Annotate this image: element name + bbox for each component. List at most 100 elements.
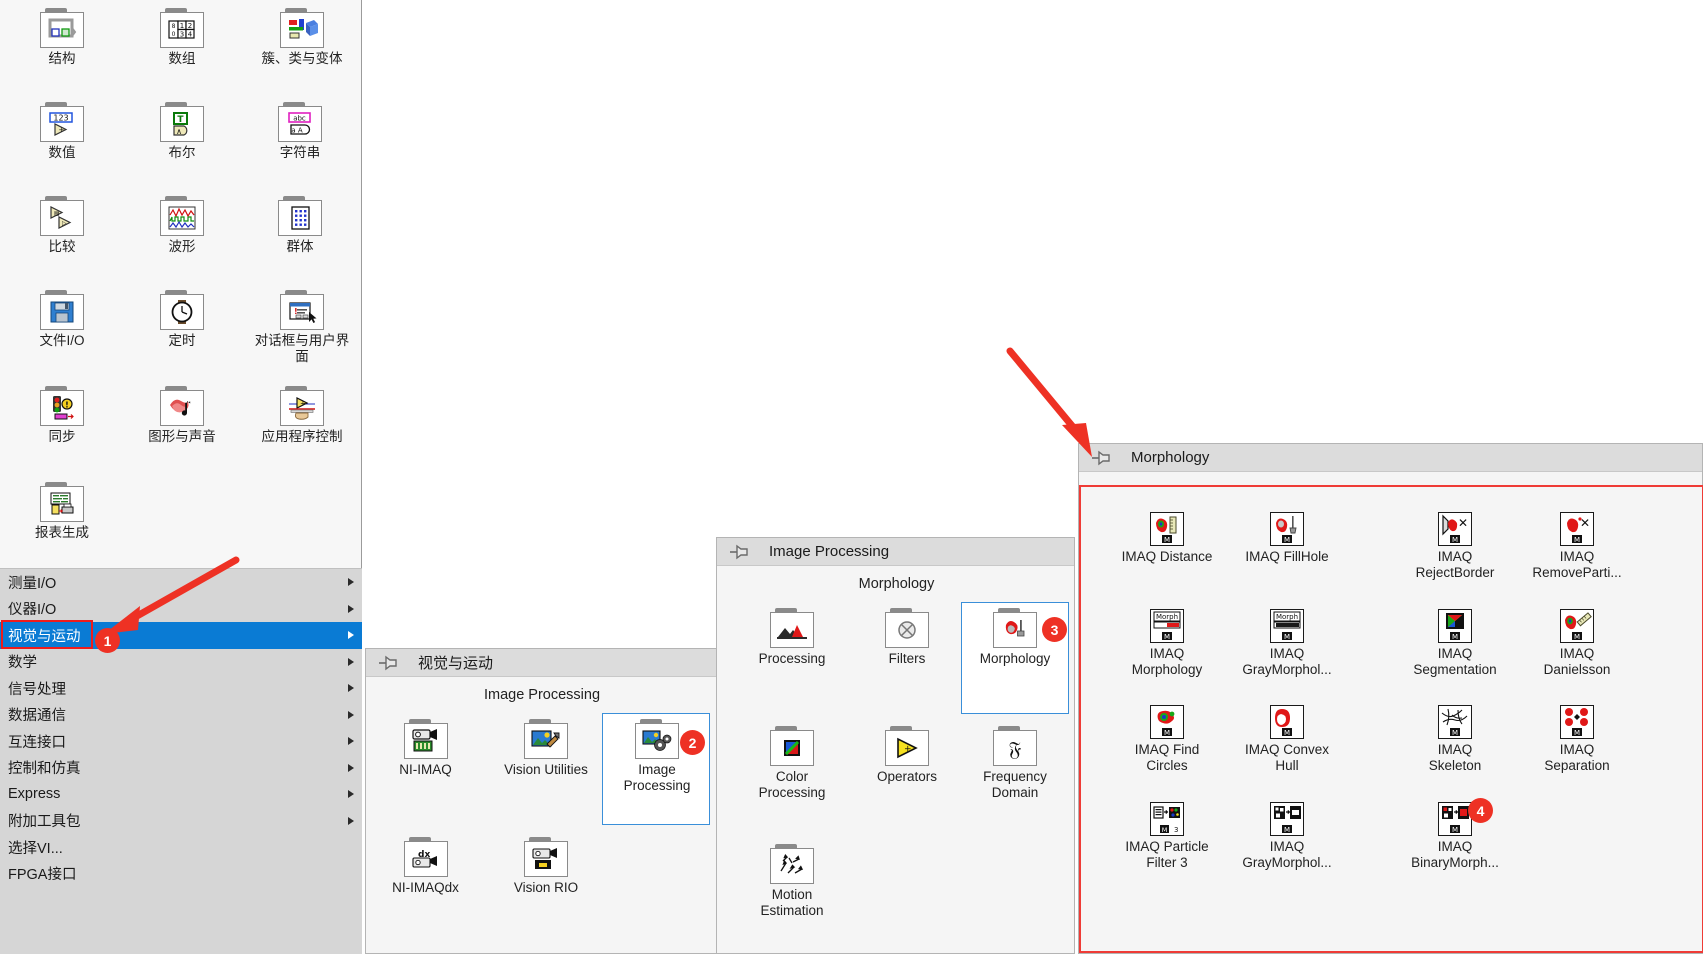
vi-item-imaq-rejectborder[interactable]: ✕ M IMAQ RejectBorder [1397,512,1513,581]
palette-item-frequency-domain[interactable]: 𝔉 Frequency Domain [969,726,1061,801]
svg-text:✕: ✕ [1580,516,1590,530]
svg-text:2: 2 [188,22,192,30]
svg-text:8: 8 [172,23,176,30]
menu-item-label: 互连接口 [8,734,66,751]
palette-item-array[interactable]: 8 0 1 2 3 4 数组 [134,8,230,67]
palette-item-file-io[interactable]: 文件I/O [14,290,110,349]
palette-item-cluster[interactable]: 簇、类与变体 [252,8,352,67]
vi-item-imaq-graymorphology2[interactable]: M IMAQ GrayMorphol... [1217,802,1357,871]
pin-icon[interactable] [378,655,400,671]
palette-item-vision-rio[interactable]: Vision RIO [491,837,601,896]
palette-item-motion-estimation[interactable]: Motion Estimation [737,844,847,919]
imaq-separation-vi-icon: M [1560,705,1594,739]
chevron-right-icon [348,604,354,613]
svg-text:+: + [300,400,306,408]
palette-item-label: Frequency Domain [983,769,1047,800]
image-processing-section-header: Morphology [858,576,935,592]
vi-item-label: IMAQ Morphology [1131,646,1203,677]
menu-item-fpga-interface[interactable]: FPGA接口 [0,861,362,888]
morphology-title: Morphology [1131,449,1210,466]
palette-item-filters[interactable]: Filters [857,608,957,667]
svg-text:T: T [177,115,184,125]
palette-item-ni-imaqdx[interactable]: dx NI-IMAQdx [378,837,473,896]
vi-item-imaq-convexhull[interactable]: M IMAQ Convex Hull [1217,705,1357,774]
palette-item-boolean[interactable]: T ∧ 布尔 [134,102,230,161]
palette-item-synchronization[interactable]: ! 同步 [14,386,110,445]
menu-item-connectivity[interactable]: 互连接口 [0,728,362,755]
palette-item-graphics-sound[interactable]: 图形与声音 [134,386,230,445]
svg-text:M: M [1574,536,1580,544]
palette-item-comparison[interactable]: ▤ ▷ 比较 [14,196,110,255]
menu-item-instrument-io[interactable]: 仪器I/O [0,596,362,623]
image-processing-palette: Image Processing Morphology Processing F… [716,537,1075,954]
menu-item-signal-processing[interactable]: 信号处理 [0,675,362,702]
svg-text:M: M [1284,826,1290,834]
palette-item-structures[interactable]: 结构 [14,8,110,67]
imaq-graymorphology-vi-icon: Morph M [1270,609,1304,643]
palette-item-label: 应用程序控制 [261,429,343,444]
graphics-sound-icon [160,386,204,426]
vi-item-imaq-binarymorphology[interactable]: M IMAQ BinaryMorph... [1397,802,1513,871]
menu-item-label: 仪器I/O [8,602,57,619]
vi-item-imaq-skeleton[interactable]: M IMAQ Skeleton [1397,705,1513,774]
palette-item-ni-imaq[interactable]: NI-IMAQ [378,719,473,778]
vi-item-imaq-findcircles[interactable]: M IMAQ Find Circles [1097,705,1237,774]
chevron-right-icon [348,710,354,719]
svg-text:M: M [1164,536,1170,544]
palette-item-label: 布尔 [168,145,196,160]
vi-item-imaq-fillhole[interactable]: M IMAQ FillHole [1217,512,1357,565]
dialog-user-interface-icon: ! [280,290,324,330]
svg-text:M: M [1164,633,1170,641]
svg-text:a A: a A [291,127,303,135]
palette-item-label: Motion Estimation [760,887,824,918]
imaq-graymorphology2-vi-icon: M [1270,802,1304,836]
palette-item-waveform[interactable]: 波形 [134,196,230,255]
vision-motion-title-bar: 视觉与运动 [366,649,716,677]
palette-item-string[interactable]: abc a A 字符串 [252,102,348,161]
vi-item-imaq-distance[interactable]: M IMAQ Distance [1097,512,1237,565]
palette-item-application-control[interactable]: + 应用程序控制 [252,386,352,445]
palette-item-timing[interactable]: 定时 [134,290,230,349]
imaq-skeleton-vi-icon: M [1438,705,1472,739]
imaq-rejectborder-vi-icon: ✕ M [1438,512,1472,546]
vision-rio-folder-icon [524,837,568,877]
vision-motion-section-header: Image Processing [483,687,601,703]
palette-item-color-processing[interactable]: Color Processing [737,726,847,801]
palette-item-operators[interactable]: + Operators [857,726,957,785]
collection-icon [278,196,322,236]
palette-item-collection[interactable]: 群体 [252,196,348,255]
palette-item-dialog-ui[interactable]: ! 对话框与用户界面 [252,290,352,365]
vision-motion-palette: 视觉与运动 Image Processing NI-IMAQ Vision Ut… [365,648,717,954]
annotation-badge-2: 2 [680,730,705,755]
palette-item-label: 定时 [168,333,196,348]
vi-item-imaq-segmentation[interactable]: M IMAQ Segmentation [1397,609,1513,678]
chevron-right-icon [348,684,354,693]
menu-item-measurement-io[interactable]: 测量I/O [0,569,362,596]
palette-item-processing[interactable]: Processing [737,608,847,667]
comparison-icon: ▤ ▷ [40,196,84,236]
menu-item-select-vi[interactable]: 选择VI... [0,834,362,861]
pin-icon[interactable] [729,544,751,560]
menu-item-mathematics[interactable]: 数学 [0,649,362,676]
palette-item-report-generation[interactable]: 报表生成 [14,482,110,541]
menu-item-addons[interactable]: 附加工具包 [0,808,362,835]
vi-item-imaq-separation[interactable]: M IMAQ Separation [1517,705,1637,774]
vi-item-imaq-morphology[interactable]: Morph M IMAQ Morphology [1097,609,1237,678]
svg-text:M: M [1574,729,1580,737]
pin-icon[interactable] [1091,450,1113,466]
vi-item-imaq-danielsson[interactable]: M IMAQ Danielsson [1517,609,1637,678]
imaq-distance-vi-icon: M [1150,512,1184,546]
menu-item-control-simulation[interactable]: 控制和仿真 [0,755,362,782]
vi-item-imaq-particlefilter3[interactable]: M 3 IMAQ Particle Filter 3 [1097,802,1237,871]
palette-item-label: 数组 [168,51,196,66]
svg-text:!: ! [294,307,298,316]
palette-item-vision-utilities[interactable]: Vision Utilities [491,719,601,778]
svg-text:M: M [1452,633,1458,641]
palette-item-numeric[interactable]: 123 + 数值 [14,102,110,161]
vi-item-label: IMAQ Segmentation [1413,646,1497,677]
palette-item-label: 文件I/O [39,333,85,348]
vi-item-imaq-removeparticle[interactable]: ✕ M IMAQ RemoveParti... [1517,512,1637,581]
vi-item-imaq-graymorphology[interactable]: Morph M IMAQ GrayMorphol... [1217,609,1357,678]
menu-item-express[interactable]: Express [0,781,362,808]
menu-item-data-communication[interactable]: 数据通信 [0,702,362,729]
